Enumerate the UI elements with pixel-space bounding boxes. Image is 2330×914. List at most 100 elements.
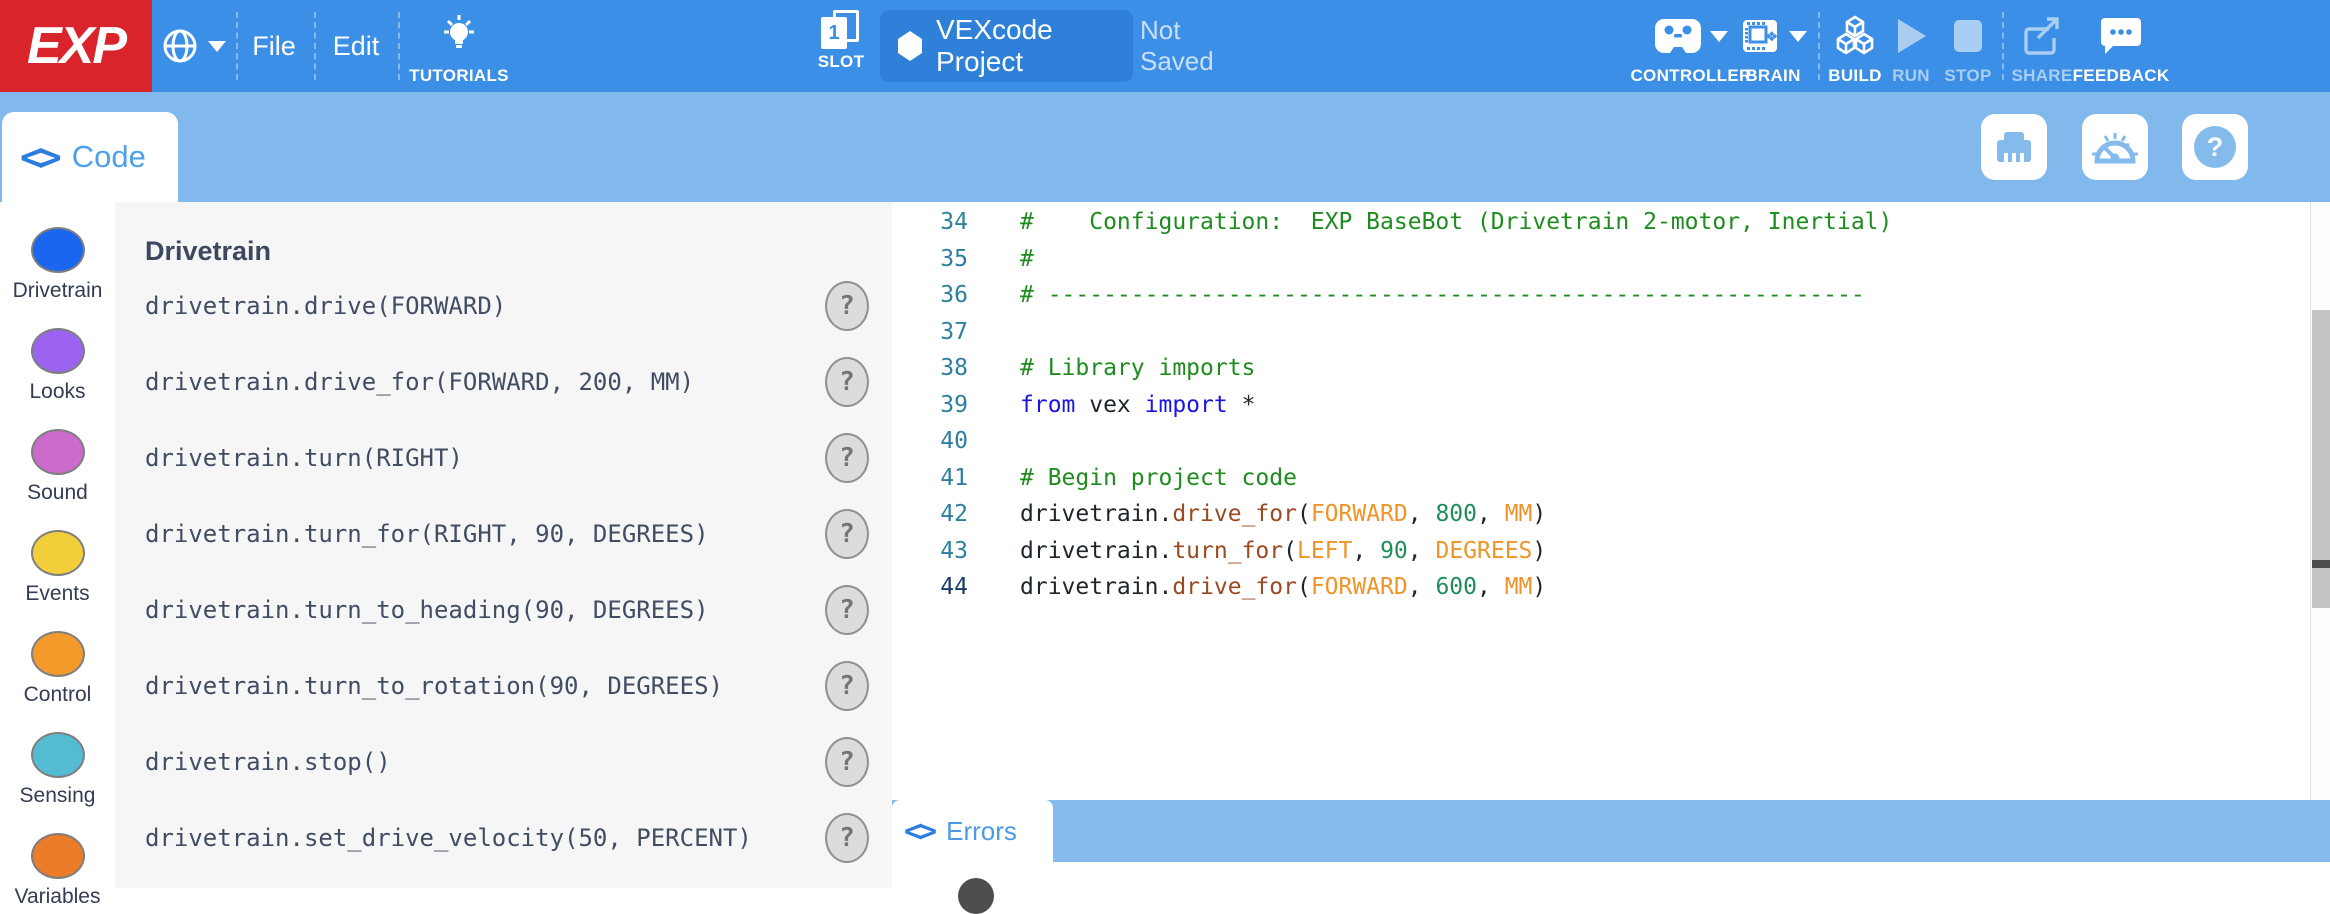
line-content: drivetrain.drive_for(FORWARD, 800, MM) (1020, 496, 1546, 533)
edit-menu[interactable]: Edit (316, 0, 396, 92)
command-text[interactable]: drivetrain.set_drive_velocity(50, PERCEN… (145, 824, 752, 852)
line-content: # --------------------------------------… (1020, 277, 1865, 314)
editor-scrollbar[interactable] (2310, 202, 2330, 800)
sidebar-item-looks[interactable]: Looks (0, 328, 115, 404)
error-bug-icon (958, 878, 994, 914)
palette-command-row[interactable]: drivetrain.turn(RIGHT)? (115, 420, 892, 496)
sidebar-item-sensing[interactable]: Sensing (0, 732, 115, 808)
tab-code[interactable]: <> Code (2, 112, 178, 202)
file-menu[interactable]: File (238, 0, 310, 92)
editor-code-line[interactable]: 44drivetrain.drive_for(FORWARD, 600, MM) (892, 569, 2310, 606)
editor-code-line[interactable]: 38 # Library imports (892, 350, 2310, 387)
project-name-button[interactable]: VEXcode Project (880, 10, 1133, 82)
command-text[interactable]: drivetrain.turn(RIGHT) (145, 444, 463, 472)
sidebar-item-drivetrain[interactable]: Drivetrain (0, 227, 115, 303)
file-menu-label: File (252, 31, 296, 62)
chevron-down-icon (208, 41, 226, 52)
command-help-button[interactable]: ? (825, 281, 869, 331)
tab-errors[interactable]: <> Errors (892, 800, 1053, 862)
editor-code-line[interactable]: 39 from vex import * (892, 387, 2310, 424)
editor-code-line[interactable]: 35# (892, 241, 2310, 278)
errors-panel-body (892, 862, 2330, 888)
palette-command-row[interactable]: drivetrain.stop()? (115, 724, 892, 800)
slot-label: SLOT (818, 52, 865, 72)
sidebar-item-sound[interactable]: Sound (0, 429, 115, 505)
category-label: Sensing (0, 784, 115, 808)
device-info-button[interactable] (1981, 114, 2047, 180)
stop-button[interactable]: STOP (1940, 0, 1996, 92)
command-text[interactable]: drivetrain.drive_for(FORWARD, 200, MM) (145, 368, 694, 396)
workspace-toolbar: <> Code (0, 92, 2330, 202)
lightbulb-icon (436, 8, 482, 64)
command-text[interactable]: drivetrain.turn_to_heading(90, DEGREES) (145, 596, 709, 624)
sidebar-item-control[interactable]: Control (0, 631, 115, 707)
code-brackets-icon: <> (20, 135, 58, 179)
run-button[interactable]: RUN (1886, 0, 1936, 92)
palette-command-row[interactable]: drivetrain.turn_to_rotation(90, DEGREES)… (115, 648, 892, 724)
line-number: 35 (892, 241, 968, 278)
palette-command-row[interactable]: drivetrain.set_drive_velocity(50, PERCEN… (115, 800, 892, 876)
run-play-icon (1894, 8, 1928, 64)
code-editor[interactable]: 34# Configuration: EXP BaseBot (Drivetra… (892, 202, 2330, 800)
command-help-button[interactable]: ? (825, 737, 869, 787)
stop-label: STOP (1944, 66, 1991, 86)
category-color-circle (31, 328, 85, 374)
category-label: Variables (0, 885, 115, 909)
command-help-button[interactable]: ? (825, 661, 869, 711)
editor-code-line[interactable]: 40 (892, 423, 2310, 460)
feedback-button[interactable]: FEEDBACK (2076, 0, 2166, 92)
command-help-button[interactable]: ? (825, 433, 869, 483)
command-text[interactable]: drivetrain.stop() (145, 748, 391, 776)
editor-code-line[interactable]: 36# ------------------------------------… (892, 277, 2310, 314)
line-number: 40 (892, 423, 968, 460)
feedback-label: FEEDBACK (2073, 66, 2170, 86)
brain-button[interactable]: BRAIN (1736, 0, 1810, 92)
editor-code-line[interactable]: 43drivetrain.turn_for(LEFT, 90, DEGREES) (892, 533, 2310, 570)
errors-tab-label: Errors (946, 816, 1017, 847)
editor-code-line[interactable]: 34# Configuration: EXP BaseBot (Drivetra… (892, 204, 2310, 241)
palette-command-row[interactable]: drivetrain.drive_for(FORWARD, 200, MM)? (115, 344, 892, 420)
topbar-separator (2002, 12, 2004, 80)
line-number: 34 (892, 204, 968, 241)
line-number: 38 (892, 350, 968, 387)
command-help-button[interactable]: ? (825, 585, 869, 635)
logo-text: EXP (27, 16, 125, 76)
command-help-button[interactable]: ? (825, 813, 869, 863)
build-label: BUILD (1828, 66, 1881, 86)
command-help-button[interactable]: ? (825, 357, 869, 407)
share-button[interactable]: SHARE (2010, 0, 2074, 92)
language-globe-button[interactable] (156, 0, 230, 92)
line-content: # Library imports (1020, 350, 1255, 387)
top-menu-bar: EXP File Edit (0, 0, 2330, 92)
editor-code-line[interactable]: 42drivetrain.drive_for(FORWARD, 800, MM) (892, 496, 2310, 533)
line-number: 44 (892, 569, 968, 606)
build-cubes-icon (1833, 8, 1877, 64)
save-status: Not Saved (1140, 0, 1256, 92)
palette-command-row[interactable]: drivetrain.turn_for(RIGHT, 90, DEGREES)? (115, 496, 892, 572)
command-text[interactable]: drivetrain.turn_for(RIGHT, 90, DEGREES) (145, 520, 709, 548)
chevron-down-icon (1789, 31, 1807, 42)
palette-command-row[interactable]: drivetrain.turn_to_heading(90, DEGREES)? (115, 572, 892, 648)
build-button[interactable]: BUILD (1826, 0, 1884, 92)
dashboard-button[interactable] (2082, 114, 2148, 180)
controller-button[interactable]: CONTROLLER (1646, 0, 1736, 92)
command-palette: Drivetrain drivetrain.drive(FORWARD)?dri… (115, 202, 892, 888)
editor-code-line[interactable]: 41# Begin project code (892, 460, 2310, 497)
line-number: 39 (892, 387, 968, 424)
editor-code-line[interactable]: 37 (892, 314, 2310, 351)
line-content: from vex import * (1020, 387, 1255, 424)
category-color-circle (31, 631, 85, 677)
command-text[interactable]: drivetrain.turn_to_rotation(90, DEGREES) (145, 672, 723, 700)
slot-selector-button[interactable]: 1 SLOT (806, 0, 876, 92)
palette-command-row[interactable]: drivetrain.drive(FORWARD)? (115, 268, 892, 344)
help-icon: ? (2194, 126, 2236, 168)
help-button[interactable]: ? (2182, 114, 2248, 180)
sidebar-item-events[interactable]: Events (0, 530, 115, 606)
command-help-button[interactable]: ? (825, 509, 869, 559)
topbar-separator (1818, 12, 1820, 80)
command-text[interactable]: drivetrain.drive(FORWARD) (145, 292, 506, 320)
sidebar-item-variables[interactable]: Variables (0, 833, 115, 909)
category-color-circle (31, 227, 85, 273)
tutorials-button[interactable]: TUTORIALS (400, 0, 518, 92)
share-icon (2021, 8, 2063, 64)
